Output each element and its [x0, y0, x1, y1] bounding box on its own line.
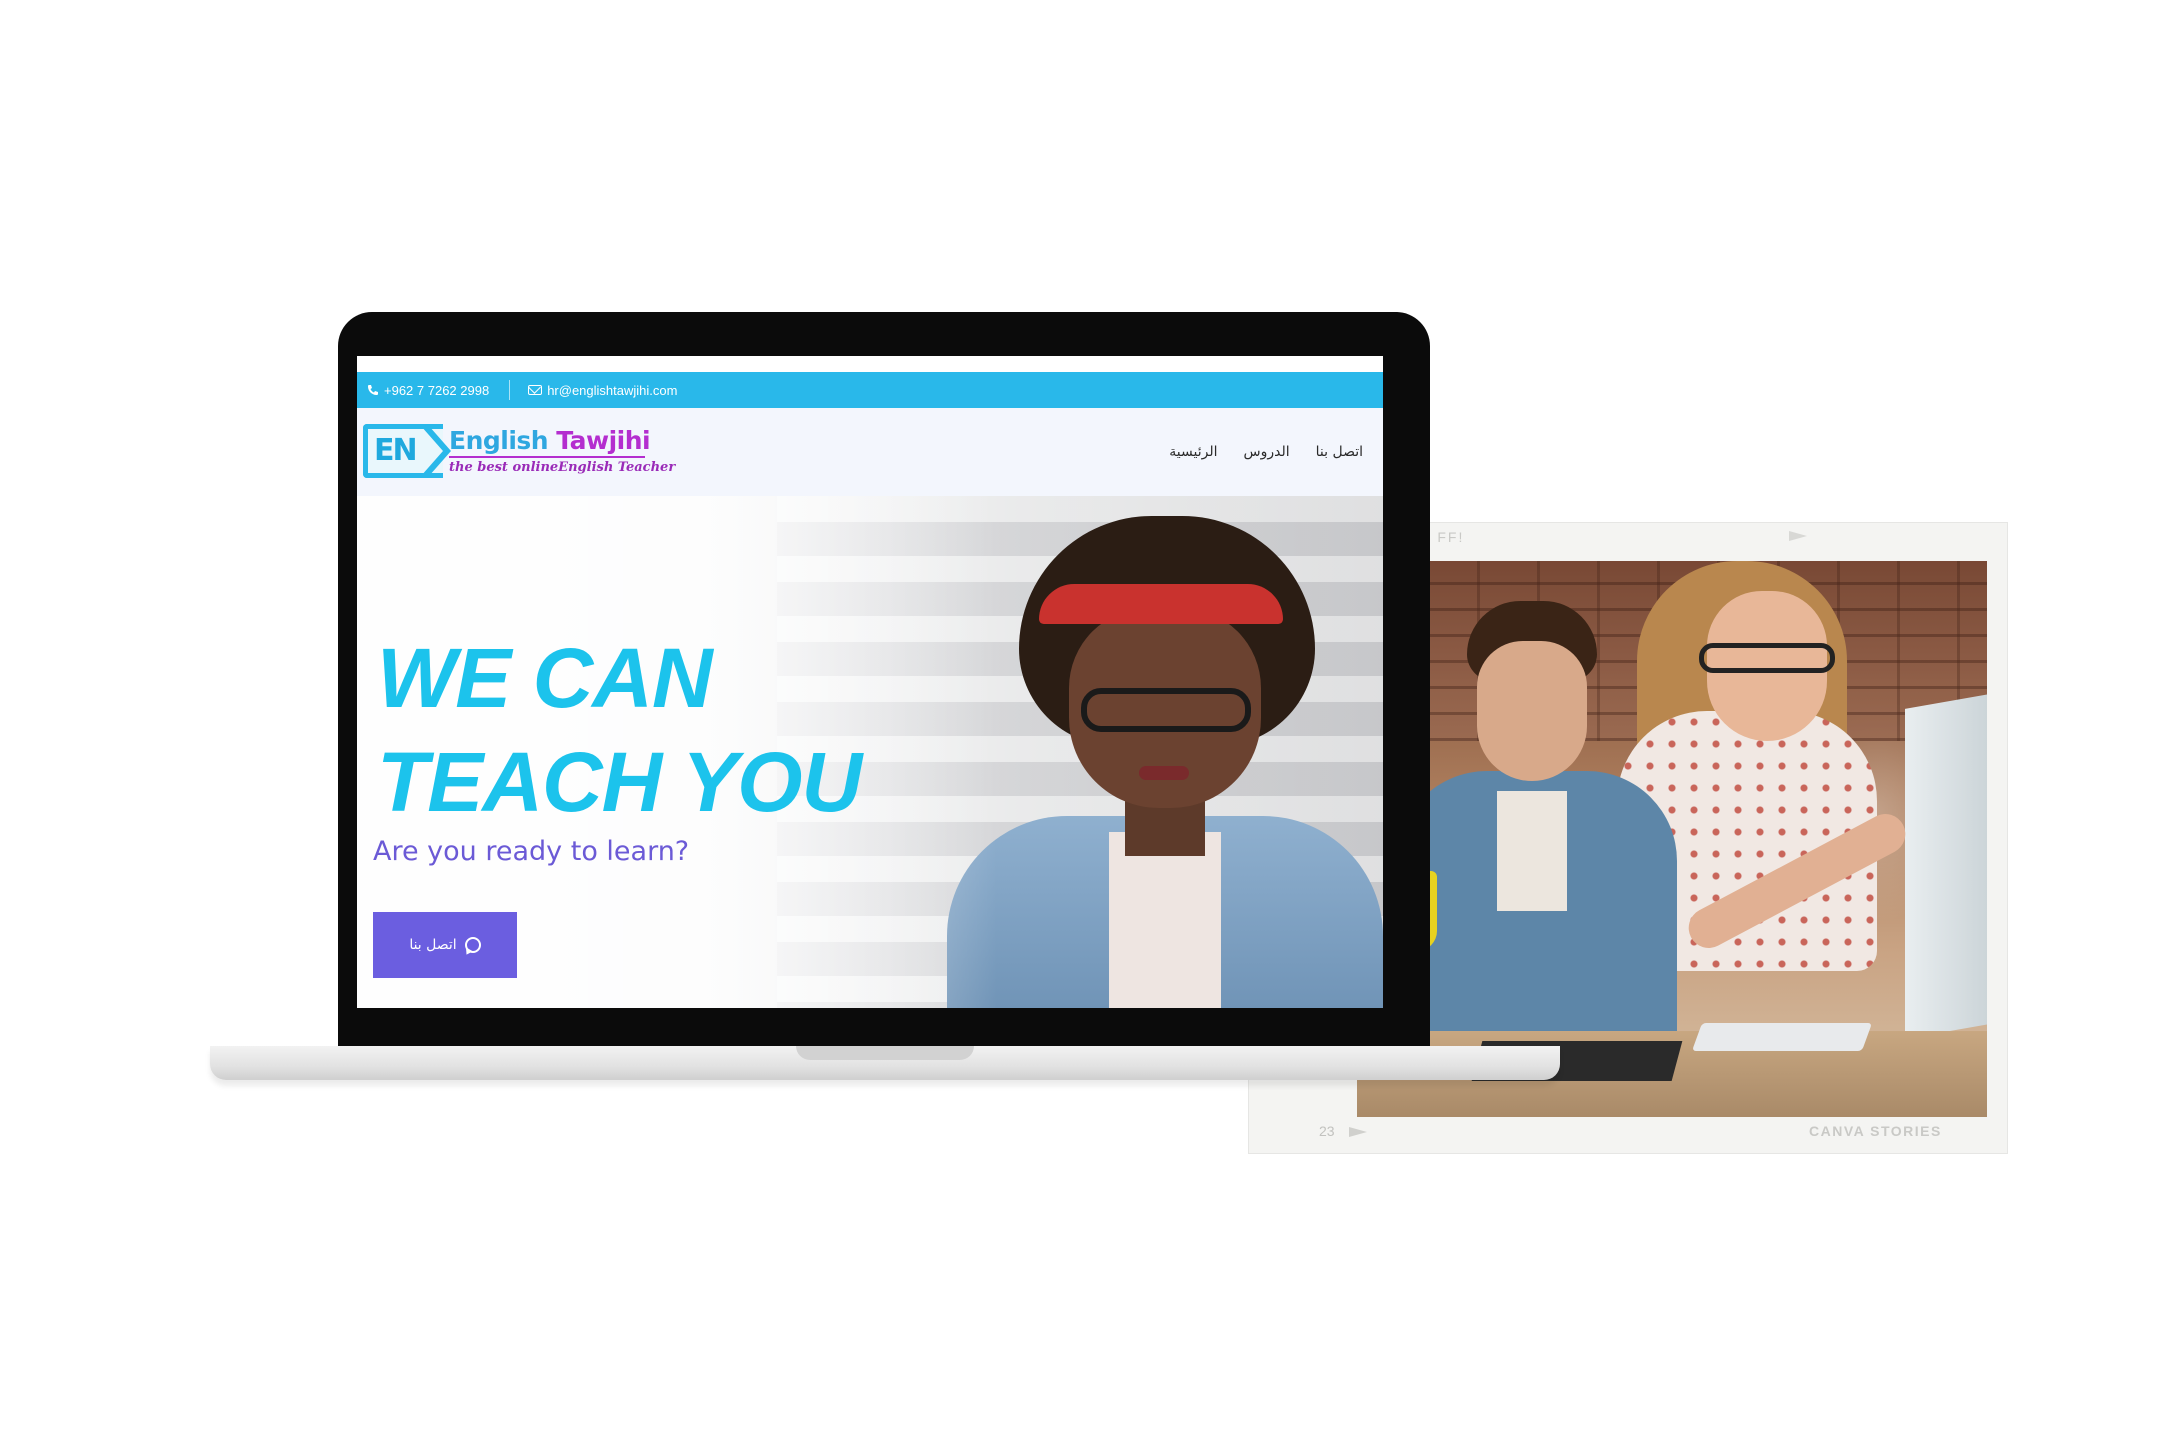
logo-chevron-icon — [422, 424, 451, 478]
hero-subtitle: Are you ready to learn? — [373, 836, 690, 867]
film-arrow-icon — [1789, 531, 1807, 541]
hero-title: WE CAN TEACH YOU — [377, 631, 862, 829]
mail-icon — [528, 385, 543, 395]
phone-number: +962 7 7262 2998 — [384, 382, 490, 398]
nav-menu: اتصل بنا الدروس الرئيسية — [1169, 444, 1363, 460]
contact-button-label: اتصل بنا — [409, 937, 457, 953]
nav-item-lessons[interactable]: الدروس — [1244, 444, 1290, 460]
hero-section: WE CAN TEACH YOU Are you ready to learn?… — [357, 496, 1383, 1008]
man-figure — [1397, 601, 1677, 1051]
email-address: hr@englishtawjihi.com — [547, 382, 678, 398]
computer-monitor — [1905, 693, 1987, 1039]
logo-tagline: the best onlineEnglish Teacher — [449, 460, 676, 475]
logo-title: English Tawjihi — [449, 426, 651, 455]
topbar-divider — [509, 380, 511, 400]
contact-us-button[interactable]: اتصل بنا — [373, 912, 517, 978]
laptop-notch — [796, 1046, 974, 1060]
logo-underline — [449, 456, 645, 458]
nav-item-home[interactable]: الرئيسية — [1169, 444, 1217, 460]
keyboard — [1691, 1023, 1873, 1051]
site-logo[interactable]: EN English Tawjihi the best onlineEnglis… — [363, 420, 675, 486]
nav-item-contact[interactable]: اتصل بنا — [1316, 444, 1363, 460]
students-photo — [1357, 561, 1987, 1117]
film-brand-text: CANVA STORIES — [1809, 1123, 1942, 1139]
laptop-screen: +962 7 7262 2998 hr@englishtawjihi.com E… — [357, 356, 1383, 1008]
email-contact[interactable]: hr@englishtawjihi.com — [528, 383, 677, 398]
film-arrow-icon — [1349, 1127, 1367, 1137]
contact-topbar: +962 7 7262 2998 hr@englishtawjihi.com — [357, 372, 1383, 408]
phone-contact[interactable]: +962 7 7262 2998 — [367, 383, 489, 398]
film-frame-number: 23 — [1319, 1123, 1335, 1139]
site-navbar: EN English Tawjihi the best onlineEnglis… — [357, 408, 1383, 496]
whatsapp-icon — [464, 937, 481, 953]
phone-icon — [368, 385, 378, 395]
hero-student-photo — [947, 516, 1383, 1008]
